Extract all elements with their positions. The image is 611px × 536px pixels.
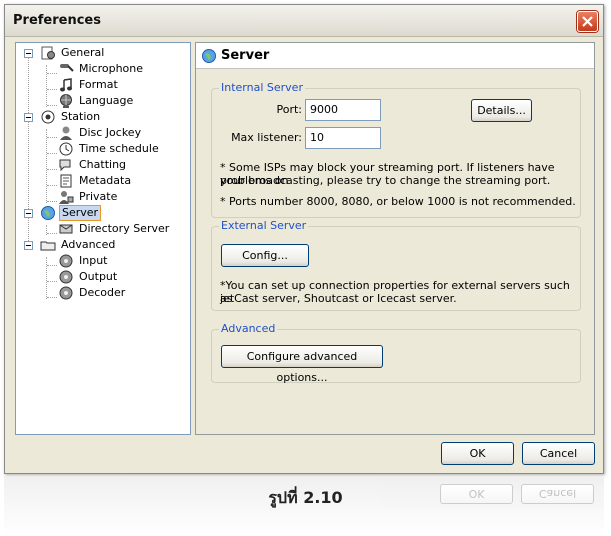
preferences-window: Preferences General Microphone Format La…: [4, 4, 604, 474]
ok-button[interactable]: OK: [441, 442, 514, 465]
panel-header: Server: [196, 43, 594, 69]
group-title: Internal Server: [219, 81, 305, 94]
tree-label: Format: [79, 78, 118, 91]
expander-station[interactable]: [24, 113, 33, 122]
server-settings-panel: Server Internal Server Port: 9000 Max li…: [195, 42, 595, 435]
tree-label: Input: [79, 254, 108, 267]
ports-recommendation-note: * Ports number 8000, 8080, or below 1000…: [220, 195, 576, 208]
close-icon: [582, 16, 593, 27]
external-server-group: External Server Config... *You can set u…: [211, 219, 581, 311]
tree-label: Private: [79, 190, 118, 203]
expander-server[interactable]: [24, 209, 33, 218]
max-listener-input[interactable]: 10: [305, 127, 381, 149]
server-globe-icon: [202, 49, 216, 63]
chat-icon: [59, 159, 71, 172]
station-icon: [41, 110, 55, 124]
tree-label: Disc Jockey: [79, 126, 142, 139]
globe-icon: [60, 94, 72, 108]
output-icon: [59, 270, 73, 284]
server-globe-icon: [41, 206, 55, 220]
config-button[interactable]: Config...: [221, 244, 309, 267]
streaming-port-note-2: your broadcasting, please try to change …: [220, 174, 551, 187]
input-icon: [59, 254, 73, 268]
max-listener-label: Max listener:: [231, 131, 302, 144]
tree-label: General: [61, 46, 105, 59]
tree-label: Language: [79, 94, 134, 107]
advanced-group: Advanced Configure advanced options...: [211, 322, 581, 384]
dj-icon: [60, 126, 72, 140]
expander-general[interactable]: [24, 49, 33, 58]
tree-label: Chatting: [79, 158, 127, 171]
panel-title: Server: [221, 48, 270, 63]
tree-label: Server: [59, 205, 102, 221]
port-label: Port:: [276, 103, 302, 116]
tree-label: Time schedule: [79, 142, 159, 155]
port-input[interactable]: 9000: [305, 99, 381, 121]
tree-label: Output: [79, 270, 118, 283]
general-icon: [41, 46, 55, 60]
expander-advanced[interactable]: [24, 241, 33, 250]
close-button[interactable]: [577, 11, 598, 32]
external-server-note-2: jetCast server, Shoutcast or Icecast ser…: [220, 292, 457, 305]
preferences-tree[interactable]: General Microphone Format Language Stati…: [15, 42, 191, 435]
configure-advanced-button[interactable]: Configure advanced options...: [221, 345, 383, 384]
tree-label: Advanced: [61, 238, 116, 251]
metadata-icon: [60, 174, 72, 188]
decoder-icon: [59, 286, 73, 300]
title-bar[interactable]: Preferences: [5, 5, 603, 37]
tree-label: Metadata: [79, 174, 132, 187]
tree-label: Station: [61, 110, 101, 123]
directory-icon: [59, 224, 73, 234]
group-title: Advanced: [219, 322, 278, 335]
tree-label: Microphone: [79, 62, 144, 75]
advanced-icon: [40, 241, 56, 251]
private-icon: [59, 191, 74, 204]
group-title: External Server: [219, 219, 309, 232]
tree-label: Decoder: [79, 286, 126, 299]
internal-server-group: Internal Server Port: 9000 Max listener:…: [211, 81, 581, 218]
microphone-icon: [60, 64, 74, 72]
music-note-icon: [60, 78, 72, 92]
tree-label: Directory Server: [79, 222, 170, 235]
cancel-button[interactable]: Cancel: [522, 442, 595, 465]
window-title: Preferences: [13, 13, 101, 28]
clock-icon: [59, 142, 73, 156]
details-button[interactable]: Details...: [471, 99, 532, 122]
figure-caption: รูปที่ 2.10: [268, 488, 343, 507]
